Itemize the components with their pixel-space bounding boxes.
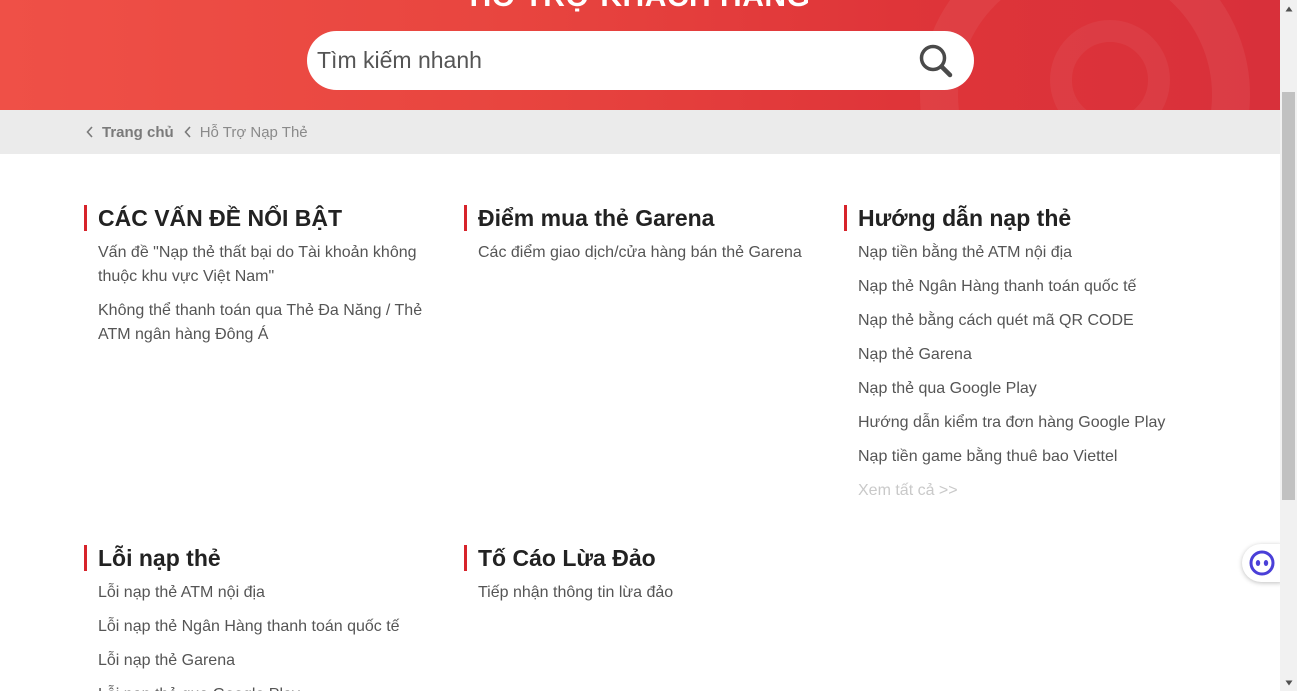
list-item[interactable]: Lỗi nạp thẻ qua Google Play <box>98 683 444 691</box>
list-item[interactable]: Không thể thanh toán qua Thẻ Đa Năng / T… <box>98 299 444 347</box>
section-title: Hướng dẫn nạp thẻ <box>844 205 1204 231</box>
list-item[interactable]: Lỗi nạp thẻ Ngân Hàng thanh toán quốc tế <box>98 615 444 639</box>
section-list: Vấn đề "Nạp thẻ thất bại do Tài khoản kh… <box>84 241 444 347</box>
section-title: Lỗi nạp thẻ <box>84 545 444 571</box>
section-card-purchase-points: Điểm mua thẻ Garena Các điểm giao dịch/c… <box>464 205 824 275</box>
scroll-up-arrow-icon[interactable] <box>1280 0 1297 17</box>
see-all-link[interactable]: Xem tất cả >> <box>858 479 1204 503</box>
section-title: Tố Cáo Lừa Đảo <box>464 545 824 571</box>
list-item[interactable]: Nạp thẻ bằng cách quét mã QR CODE <box>858 309 1204 333</box>
section-topup-errors: Lỗi nạp thẻ Lỗi nạp thẻ ATM nội địa Lỗi … <box>84 545 444 691</box>
list-item[interactable]: Nạp tiền bằng thẻ ATM nội địa <box>858 241 1204 265</box>
list-item[interactable]: Vấn đề "Nạp thẻ thất bại do Tài khoản kh… <box>98 241 444 289</box>
list-item[interactable]: Các điểm giao dịch/cửa hàng bán thẻ Gare… <box>478 241 824 265</box>
section-fraud-report: Tố Cáo Lừa Đảo Tiếp nhận thông tin lừa đ… <box>464 545 824 615</box>
section-topup-guide: Hướng dẫn nạp thẻ Nạp tiền bằng thẻ ATM … <box>844 205 1204 513</box>
page-title: HỖ TRỢ KHÁCH HÀNG <box>0 0 1280 14</box>
section-list: Lỗi nạp thẻ ATM nội địa Lỗi nạp thẻ Ngân… <box>84 581 444 691</box>
section-list: Tiếp nhận thông tin lừa đảo <box>464 581 824 605</box>
section-title: CÁC VẤN ĐỀ NỔI BẬT <box>84 205 444 231</box>
scroll-down-arrow-icon[interactable] <box>1280 674 1297 691</box>
list-item[interactable]: Lỗi nạp thẻ Garena <box>98 649 444 673</box>
section-list: Nạp tiền bằng thẻ ATM nội địa Nạp thẻ Ng… <box>844 241 1204 503</box>
breadcrumb-current: Hỗ Trợ Nạp Thẻ <box>199 123 308 141</box>
list-item[interactable]: Nạp thẻ qua Google Play <box>858 377 1204 401</box>
page: HỖ TRỢ KHÁCH HÀNG Trang chủ Hỗ Trợ Nạp T… <box>0 0 1280 691</box>
list-item[interactable]: Nạp thẻ Garena <box>858 343 1204 367</box>
chevron-left-icon <box>182 126 194 138</box>
section-list: Các điểm giao dịch/cửa hàng bán thẻ Gare… <box>464 241 824 265</box>
list-item[interactable]: Lỗi nạp thẻ ATM nội địa <box>98 581 444 605</box>
vertical-scrollbar[interactable] <box>1280 0 1297 691</box>
search-input[interactable] <box>317 40 906 81</box>
list-item[interactable]: Tiếp nhận thông tin lừa đảo <box>478 581 824 605</box>
section-featured-issues: CÁC VẤN ĐỀ NỔI BẬT Vấn đề "Nạp thẻ thất … <box>84 205 444 357</box>
hero-banner: HỖ TRỢ KHÁCH HÀNG <box>0 0 1280 110</box>
scrollbar-thumb[interactable] <box>1282 92 1295 500</box>
list-item[interactable]: Nạp thẻ Ngân Hàng thanh toán quốc tế <box>858 275 1204 299</box>
search-button[interactable] <box>906 31 966 90</box>
section-title: Điểm mua thẻ Garena <box>464 205 824 231</box>
breadcrumb: Trang chủ Hỗ Trợ Nạp Thẻ <box>0 110 1280 154</box>
chat-widget-button[interactable] <box>1242 544 1282 582</box>
chevron-left-icon <box>84 126 96 138</box>
search-icon <box>919 44 953 77</box>
chatbot-icon <box>1249 550 1275 576</box>
breadcrumb-home-link[interactable]: Trang chủ <box>102 124 174 141</box>
list-item[interactable]: Hướng dẫn kiểm tra đơn hàng Google Play <box>858 411 1204 435</box>
search-box <box>307 31 974 90</box>
list-item[interactable]: Nạp tiền game bằng thuê bao Viettel <box>858 445 1204 469</box>
